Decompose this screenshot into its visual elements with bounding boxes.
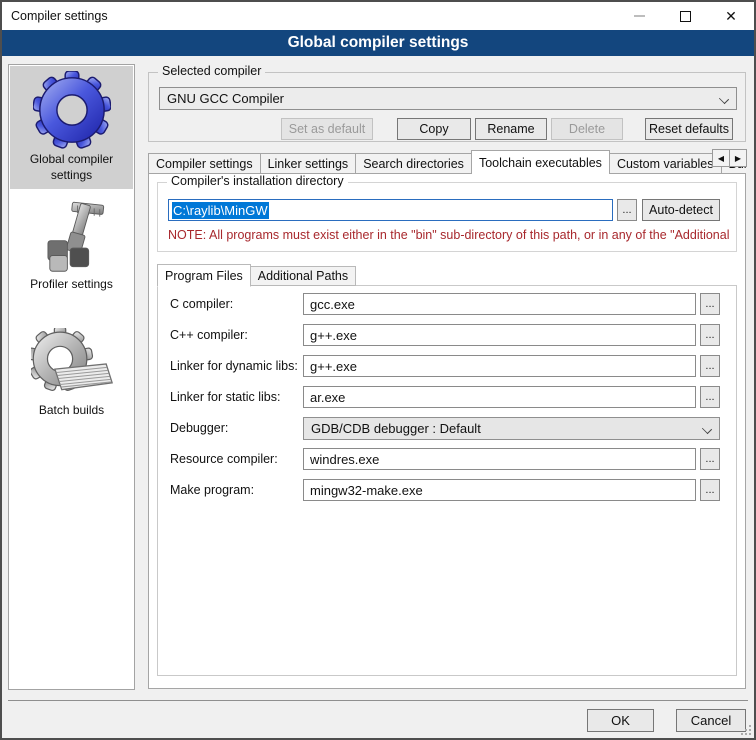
compiler-settings-window: Compiler settings ✕ Global compiler sett… [0,0,756,740]
copy-button[interactable]: Copy [397,118,471,140]
resource-compiler-input[interactable] [303,448,696,470]
sidebar-item-global-compiler-settings[interactable]: Global compiler settings [10,66,133,189]
tab-scroll-buttons: ◀ ▶ [712,149,747,167]
maximize-icon [680,11,691,22]
page-title: Global compiler settings [2,30,754,56]
resource-compiler-browse-button[interactable]: ... [700,448,720,470]
arrow-right-icon: ▶ [735,154,741,163]
debugger-select-value: GDB/CDB debugger : Default [311,421,481,436]
make-program-browse-button[interactable]: ... [700,479,720,501]
rename-button[interactable]: Rename [475,118,547,140]
debugger-select[interactable]: GDB/CDB debugger : Default [303,417,720,440]
sidebar-item-label: Profiler settings [30,277,113,293]
installation-directory-note: NOTE: All programs must exist either in … [168,228,734,242]
tab-toolchain-executables[interactable]: Toolchain executables [471,150,610,174]
close-button[interactable]: ✕ [708,2,754,30]
make-program-input[interactable] [303,479,696,501]
resource-compiler-row: Resource compiler: ... [158,448,736,470]
tab-scroll-right-button[interactable]: ▶ [729,149,747,167]
tab-custom-variables[interactable]: Custom variables [609,153,722,174]
tab-program-files[interactable]: Program Files [157,264,251,287]
dynamic-linker-input[interactable] [303,355,696,377]
installation-directory-group: Compiler's installation directory C:\ray… [157,182,737,252]
c-compiler-input[interactable] [303,293,696,315]
tab-linker-settings[interactable]: Linker settings [260,153,357,174]
make-program-row: Make program: ... [158,479,736,501]
caliper-icon [35,200,109,274]
sidebar-item-batch-builds[interactable]: Batch builds [10,323,133,425]
resize-grip[interactable] [740,724,752,736]
make-program-label: Make program: [158,483,303,497]
installation-directory-legend: Compiler's installation directory [167,174,348,188]
cpp-compiler-input[interactable] [303,324,696,346]
tab-search-directories[interactable]: Search directories [355,153,472,174]
sidebar-item-label: Batch builds [39,403,104,419]
compiler-select[interactable]: GNU GCC Compiler [159,87,737,110]
static-linker-label: Linker for static libs: [158,390,303,404]
installation-directory-input[interactable]: C:\raylib\MinGW [168,199,613,221]
debugger-row: Debugger: GDB/CDB debugger : Default [158,417,736,439]
debugger-label: Debugger: [158,421,303,435]
delete-button[interactable]: Delete [551,118,623,140]
set-as-default-button[interactable]: Set as default [281,118,373,140]
minimize-icon [634,15,645,17]
program-files-page: C compiler: ... C++ compiler: ... Linker… [157,285,737,676]
c-compiler-browse-button[interactable]: ... [700,293,720,315]
arrow-left-icon: ◀ [718,154,724,163]
footer-divider [8,700,748,701]
auto-detect-button[interactable]: Auto-detect [642,199,720,221]
compiler-select-value: GNU GCC Compiler [167,91,284,106]
dynamic-linker-browse-button[interactable]: ... [700,355,720,377]
window-controls: ✕ [616,2,754,30]
selected-compiler-group: Selected compiler GNU GCC Compiler Set a… [148,72,746,142]
installation-directory-browse-button[interactable]: ... [617,199,637,221]
static-linker-browse-button[interactable]: ... [700,386,720,408]
installation-directory-row: C:\raylib\MinGW ... Auto-detect [168,199,720,221]
c-compiler-label: C compiler: [158,297,303,311]
cpp-compiler-label: C++ compiler: [158,328,303,342]
resource-compiler-label: Resource compiler: [158,452,303,466]
installation-directory-value: C:\raylib\MinGW [172,202,269,219]
chevron-down-icon [702,423,712,433]
compiler-actions: Set as default Copy Rename Delete Reset … [149,118,737,140]
dynamic-linker-label: Linker for dynamic libs: [158,359,303,373]
static-linker-input[interactable] [303,386,696,408]
tab-compiler-settings[interactable]: Compiler settings [148,153,261,174]
reset-defaults-button[interactable]: Reset defaults [645,118,733,140]
tab-additional-paths[interactable]: Additional Paths [250,266,356,286]
settings-tabstrip: Compiler settings Linker settings Search… [148,148,746,174]
ok-button[interactable]: OK [587,709,654,732]
toolchain-executables-page: Compiler's installation directory C:\ray… [148,173,746,689]
c-compiler-row: C compiler: ... [158,293,736,315]
chevron-down-icon [719,94,729,104]
sidebar-item-profiler-settings[interactable]: Profiler settings [10,195,133,299]
cancel-button[interactable]: Cancel [676,709,746,732]
maximize-button[interactable] [662,2,708,30]
tab-scroll-left-button[interactable]: ◀ [712,149,730,167]
settings-category-sidebar: Global compiler settings [8,64,135,690]
close-icon: ✕ [725,9,737,23]
minimize-button[interactable] [616,2,662,30]
dynamic-linker-row: Linker for dynamic libs: ... [158,355,736,377]
titlebar: Compiler settings ✕ [2,2,754,30]
blue-gear-icon [33,71,111,149]
cpp-compiler-row: C++ compiler: ... [158,324,736,346]
sidebar-item-label: Global compiler settings [12,152,131,183]
selected-compiler-legend: Selected compiler [158,64,265,78]
cpp-compiler-browse-button[interactable]: ... [700,324,720,346]
program-files-tabstrip: Program Files Additional Paths [157,262,355,286]
window-title: Compiler settings [2,9,108,23]
gray-gear-stack-icon [31,328,113,400]
static-linker-row: Linker for static libs: ... [158,386,736,408]
